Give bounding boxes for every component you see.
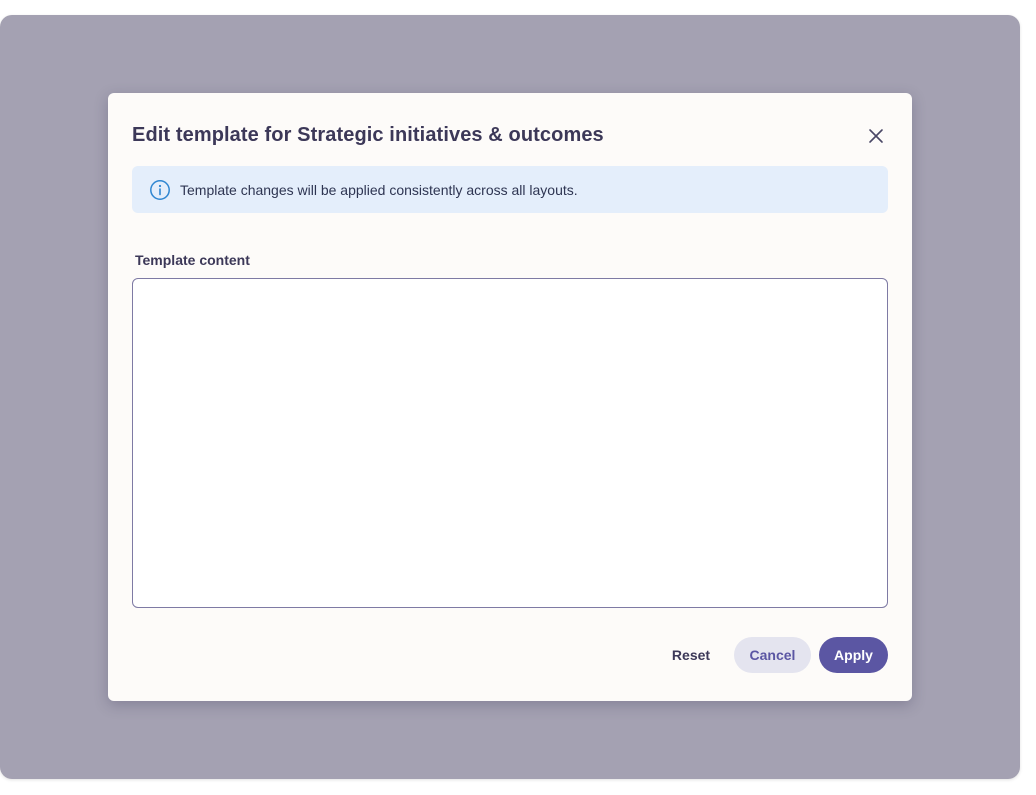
apply-button[interactable]: Apply [819, 637, 888, 673]
info-icon [149, 179, 171, 201]
close-icon [869, 129, 883, 143]
info-banner: Template changes will be applied consist… [132, 166, 888, 213]
template-content-textarea[interactable] [132, 278, 888, 608]
close-button[interactable] [864, 124, 888, 148]
info-banner-text: Template changes will be applied consist… [180, 181, 578, 198]
cancel-button[interactable]: Cancel [734, 637, 811, 673]
template-content-label: Template content [135, 252, 250, 268]
dialog-title: Edit template for Strategic initiatives … [132, 124, 604, 146]
reset-button[interactable]: Reset [659, 637, 723, 673]
edit-template-dialog: Edit template for Strategic initiatives … [108, 93, 912, 701]
